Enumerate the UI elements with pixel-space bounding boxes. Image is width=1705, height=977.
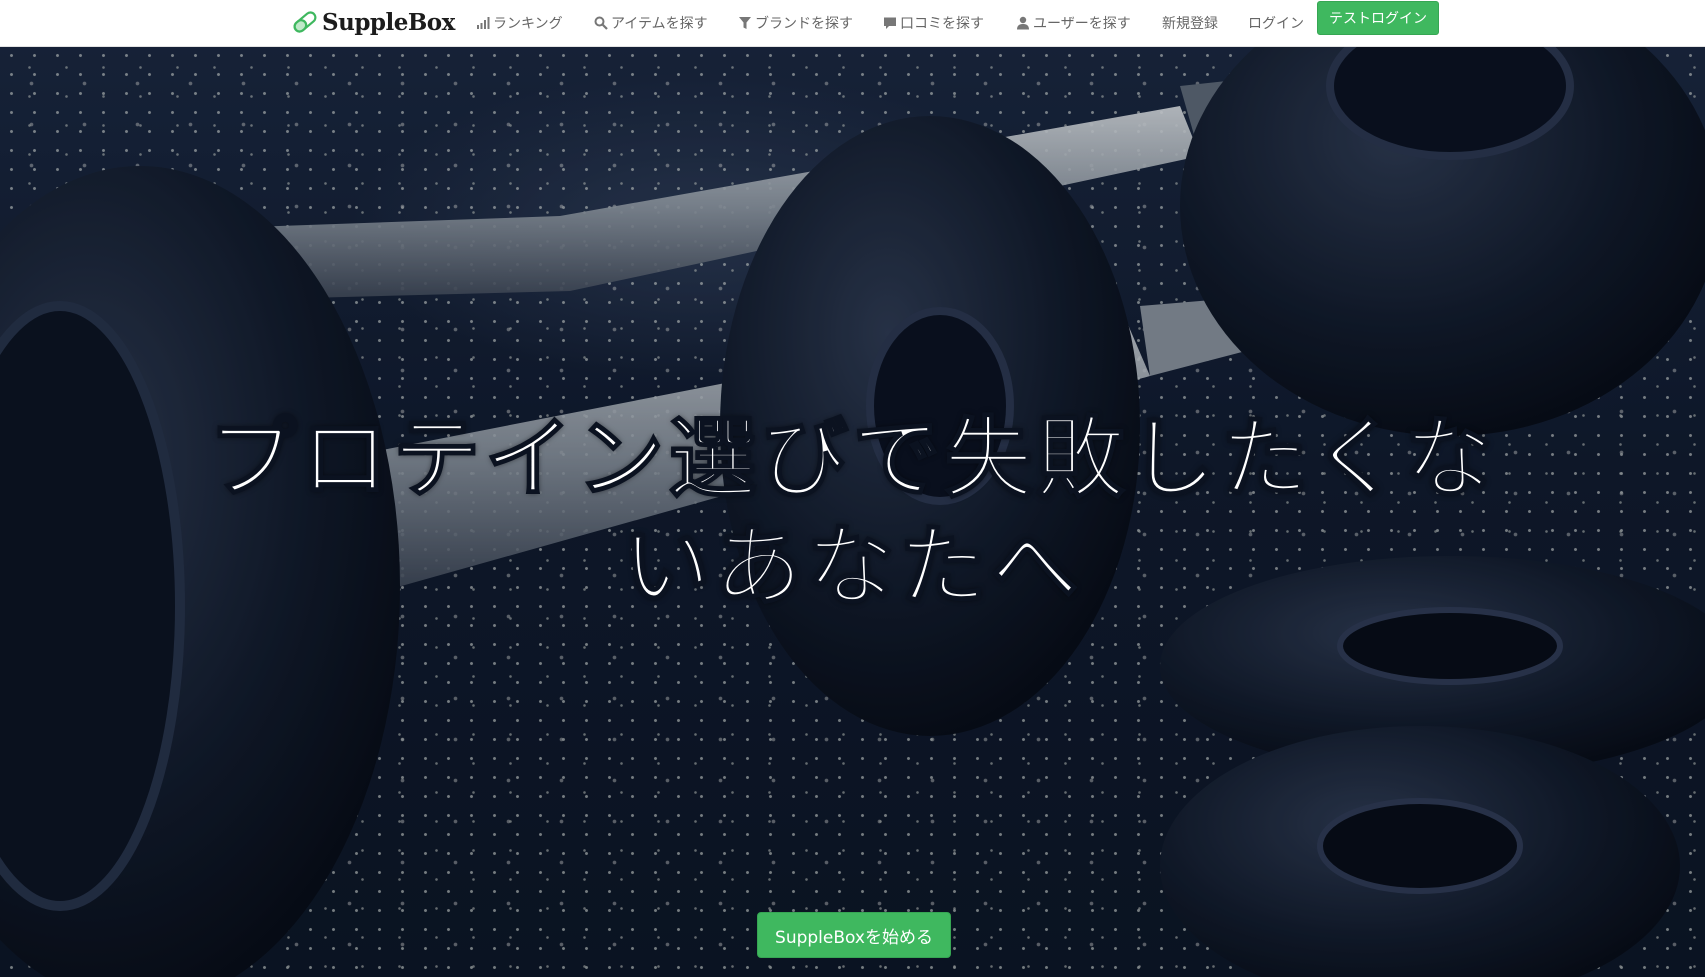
user-icon [1017, 16, 1029, 30]
comment-icon [884, 17, 896, 29]
nav-find-brands-label: ブランドを探す [755, 16, 853, 32]
test-login-button[interactable]: テストログイン [1317, 1, 1439, 35]
nav-login-label: ログイン [1248, 16, 1304, 32]
brand-name: SuppleBox [322, 8, 455, 36]
hero-headline: プロテイン選びで失敗したくな いあなたへ [20, 405, 1685, 621]
filter-icon [739, 17, 751, 29]
nav-find-items[interactable]: アイテムを探す [594, 10, 708, 36]
nav-find-users[interactable]: ユーザーを探す [1016, 10, 1131, 36]
hero-headline-line2: いあなたへ [621, 514, 1083, 619]
brand-logo[interactable]: SuppleBox [290, 6, 455, 38]
search-icon [594, 16, 608, 30]
nav-find-brands[interactable]: ブランドを探す [738, 10, 853, 36]
bar-chart-icon [477, 17, 490, 29]
nav-find-users-label: ユーザーを探す [1033, 16, 1131, 32]
nav-ranking[interactable]: ランキング [476, 10, 563, 36]
nav-login[interactable]: ログイン [1248, 10, 1304, 36]
hero-section: プロテイン選びで失敗したくな いあなたへ [0, 46, 1705, 977]
nav-find-reviews[interactable]: 口コミを探す [883, 10, 984, 36]
capsule-icon [293, 11, 317, 33]
nav-signup[interactable]: 新規登録 [1162, 10, 1218, 36]
top-navbar: SuppleBox ランキング アイテムを探す ブランドを探す 口コミを探す ユ… [0, 0, 1705, 47]
nav-ranking-label: ランキング [493, 16, 563, 32]
nav-find-items-label: アイテムを探す [611, 16, 708, 32]
start-supplebox-button[interactable]: SuppleBoxを始める [757, 912, 951, 958]
nav-signup-label: 新規登録 [1162, 16, 1218, 32]
nav-find-reviews-label: 口コミを探す [900, 16, 984, 32]
hero-headline-line1: プロテイン選びで失敗したくな [207, 406, 1497, 511]
